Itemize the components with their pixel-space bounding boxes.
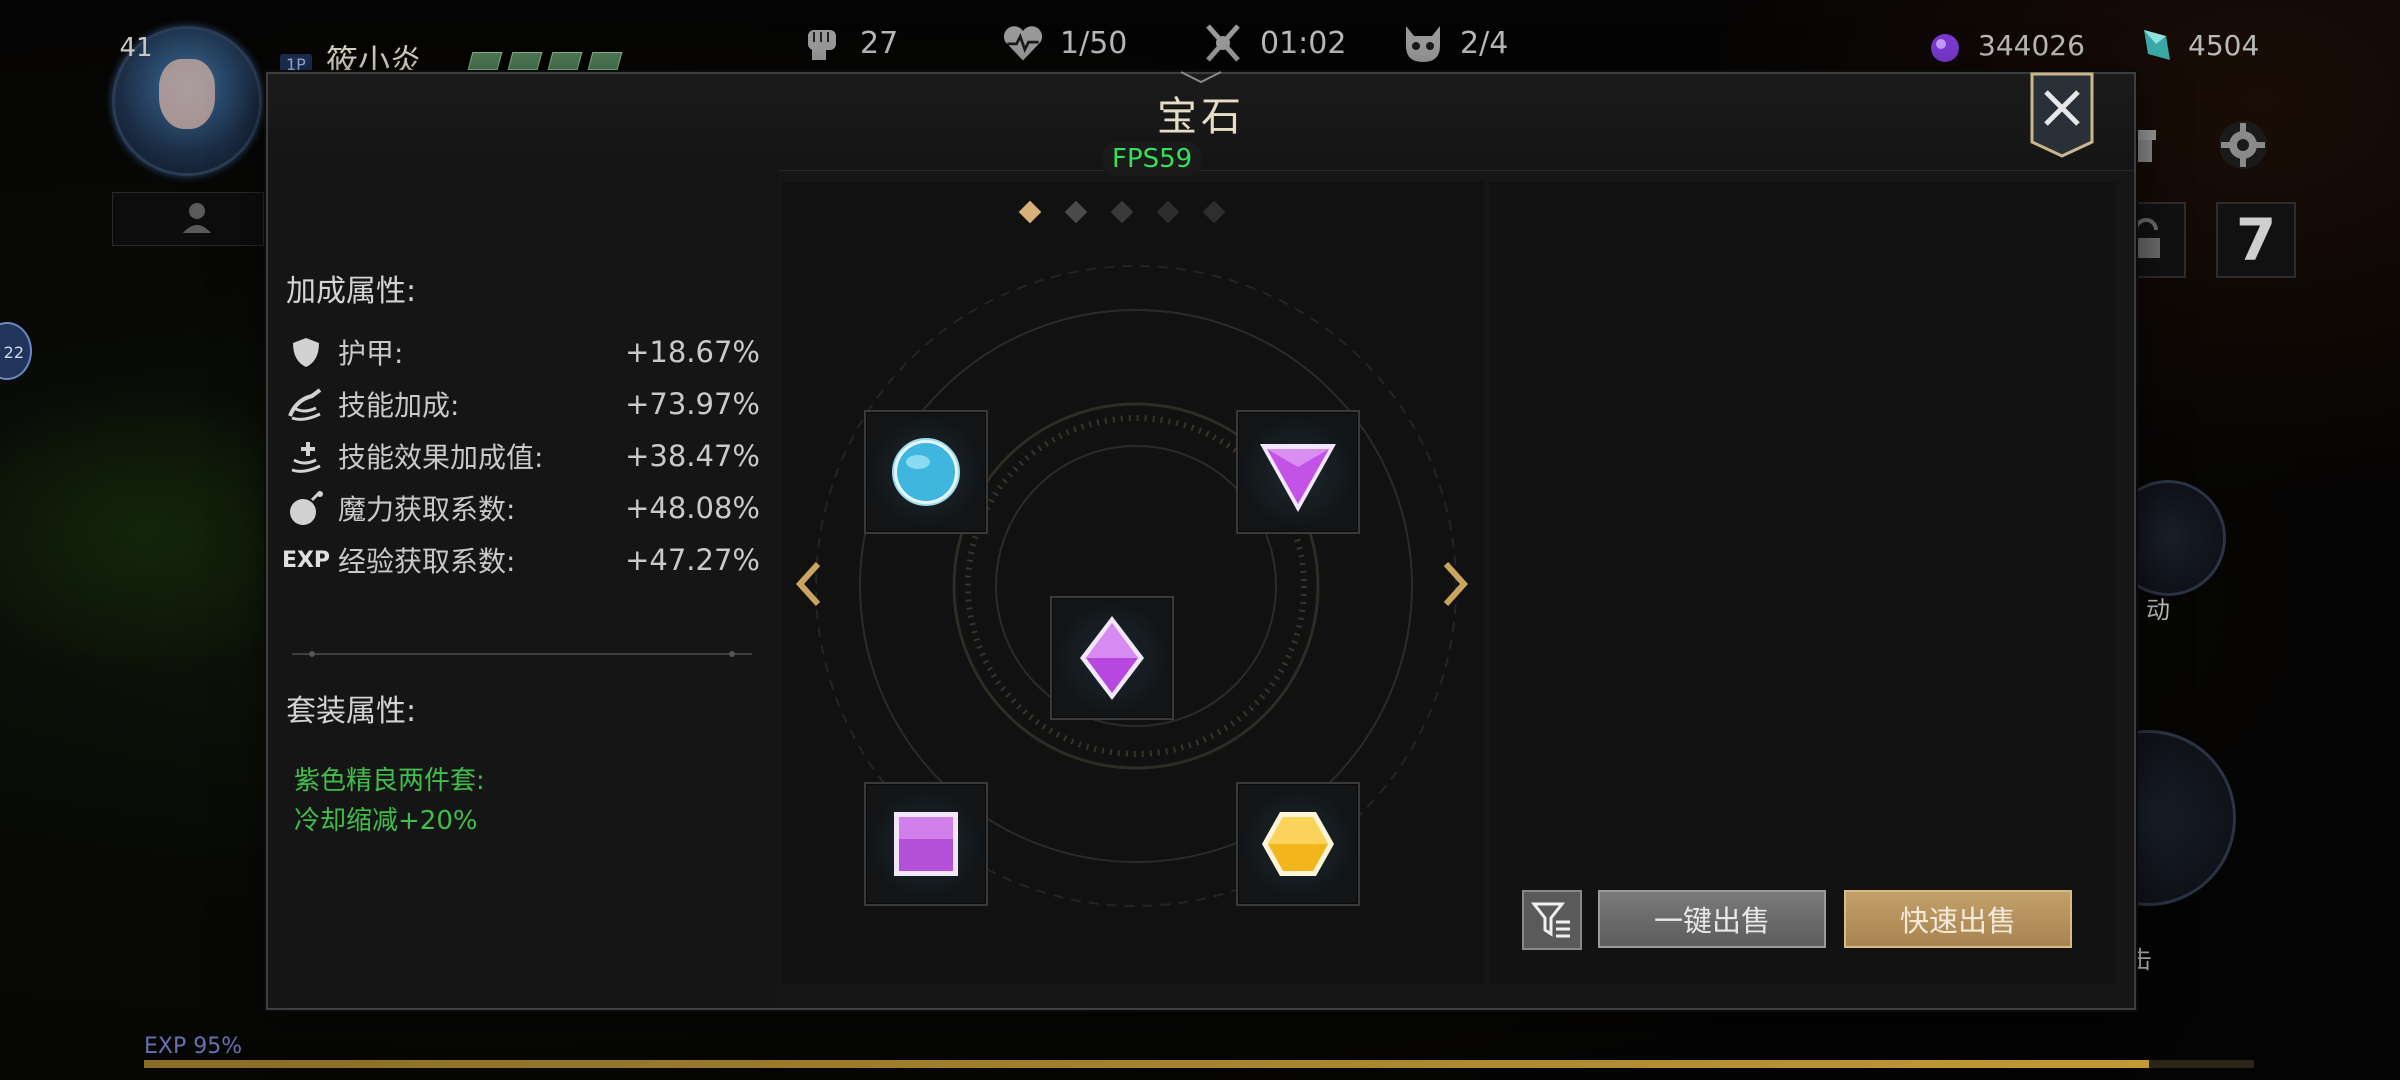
page-indicator [1018,200,1226,224]
prev-page-arrow[interactable] [788,554,832,614]
gem-panel: 宝石 FPS59 加成属性: 护甲: +18.67% 技能加成: +73.97%… [266,71,2136,1010]
exp-icon: EXP [281,547,331,573]
bonus-title: 加成属性: [286,274,417,309]
crystal-icon [2144,30,2170,60]
kills-value: 27 [860,25,899,61]
attr-row: 技能效果加成值: +38.47% [286,434,760,478]
attr-value: +38.47% [625,439,760,473]
gear-icon[interactable] [2206,108,2280,182]
attr-value: +73.97% [625,387,760,421]
panel-header: 宝石 FPS59 [268,71,2134,176]
attr-row: EXP 经验获取系数: +47.27% [281,538,760,582]
close-icon [2030,72,2094,158]
set-bonus-line: 紫色精良两件套: [294,766,485,796]
purple-currency: 344026 [1926,26,2085,64]
gem-slot-bottom-left[interactable] [864,782,988,906]
skill-label-move: 动 [2146,596,2170,624]
page-dot[interactable] [1064,200,1088,224]
heartbeat-icon [1000,20,1046,66]
gem-inventory-area [1490,182,2116,984]
buff-chip [587,52,623,70]
skill-effect-icon [286,436,326,476]
attr-name: 经验获取系数: [338,545,516,578]
page-dot[interactable] [1202,200,1226,224]
filter-icon [1530,902,1570,938]
attr-name: 护甲: [338,337,404,370]
chevron-left-icon [795,561,821,607]
close-button[interactable] [2030,72,2094,158]
attr-value: +48.08% [625,491,760,525]
set-bonus-effect: 冷却缩减+20% [294,806,478,836]
avatar-face [159,59,215,129]
gem-slot-top-left[interactable] [864,410,988,534]
number-slot[interactable]: 7 [2216,202,2296,278]
lives-value: 1/50 [1060,25,1128,61]
buff-chips [467,52,623,70]
purple-diamond-gem-icon [1080,616,1144,700]
attr-row: 魔力获取系数: +48.08% [286,486,760,530]
attributes-column: 加成属性: 护甲: +18.67% 技能加成: +73.97% 技能效果加成值:… [268,170,778,1006]
attr-name: 魔力获取系数: [338,493,516,526]
crossed-swords-icon [1200,20,1246,66]
next-page-arrow[interactable] [1432,554,1476,614]
buff-chip [467,52,503,70]
wave-stat: 2/4 [1400,20,1508,66]
fps-counter: FPS59 [1102,142,1203,176]
player-level: 41 [119,33,153,63]
attr-row: 护甲: +18.67% [286,330,760,374]
chevron-right-icon [1443,561,1469,607]
teammate-slot[interactable] [112,192,264,246]
mana-icon [286,488,326,528]
purple-currency-value: 344026 [1978,28,2085,62]
filter-button[interactable] [1522,890,1582,950]
demon-mask-icon [1400,20,1446,66]
crystal-currency-value: 4504 [2188,28,2260,62]
wave-value: 2/4 [1460,25,1509,61]
crystal-currency: 4504 [2136,26,2259,64]
page-dot[interactable] [1156,200,1180,224]
page-dot[interactable] [1110,200,1134,224]
section-divider [292,651,752,657]
panel-title: 宝石 [1157,94,1245,140]
gem-slot-top-right[interactable] [1236,410,1360,534]
exp-bar [144,1060,2254,1068]
timer-stat: 01:02 [1200,20,1346,66]
attr-value: +18.67% [625,335,760,369]
purple-square-gem-icon [894,812,958,876]
exp-bar-fill [144,1060,2149,1068]
buff-chip [547,52,583,70]
attr-name: 技能效果加成值: [338,441,544,474]
attr-value: +47.27% [625,543,760,577]
sell-all-button[interactable]: 一键出售 [1598,890,1826,948]
gem-slot-bottom-right[interactable] [1236,782,1360,906]
person-icon [183,203,211,233]
timer-value: 01:02 [1260,25,1347,61]
attr-row: 技能加成: +73.97% [286,382,760,426]
gem-slots-area [782,182,1484,984]
page-dot-active[interactable] [1018,200,1042,224]
skill-power-icon [286,384,326,424]
gem-slot-center[interactable] [1050,596,1174,720]
exp-label: EXP 95% [144,1034,243,1059]
fist-icon [800,20,846,66]
purple-orb-icon [1931,34,1959,62]
purple-triangle-gem-icon [1260,444,1336,512]
set-bonus-title: 套装属性: [286,694,417,729]
lives-stat: 1/50 [1000,20,1127,66]
kills-stat: 27 [800,20,898,66]
attr-name: 技能加成: [338,389,460,422]
quick-sell-button[interactable]: 快速出售 [1844,890,2072,948]
yellow-hexagon-gem-icon [1262,812,1334,876]
buff-chip [507,52,543,70]
blue-circle-gem-icon [892,438,960,506]
shield-icon [286,332,326,372]
